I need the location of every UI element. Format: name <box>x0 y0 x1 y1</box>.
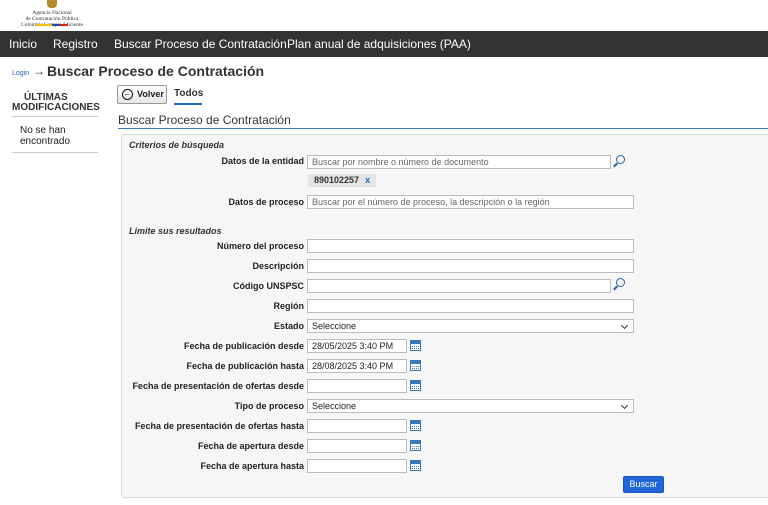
numero-label: Número del proceso <box>216 241 304 251</box>
criteria-title: Criterios de búsqueda <box>129 140 225 150</box>
agency-logo: Agencia Nacional de Contratación Pública… <box>6 0 98 30</box>
chevron-down-icon <box>620 321 629 330</box>
recent-changes-title-line2: MODIFICACIONES <box>12 102 100 113</box>
coat-of-arms-icon <box>47 0 57 8</box>
breadcrumb-login-link[interactable]: Login <box>12 70 29 77</box>
back-button-label: Volver <box>137 89 164 99</box>
pub-desde-input[interactable]: 28/05/2025 3:40 PM <box>307 339 407 353</box>
calendar-icon[interactable] <box>410 460 421 471</box>
pub-hasta-label: Fecha de publicación hasta <box>186 361 304 371</box>
flag-stripe <box>36 24 68 26</box>
chevron-down-icon <box>620 401 629 410</box>
region-label: Región <box>273 301 305 311</box>
apertura-hasta-label: Fecha de apertura hasta <box>200 461 304 471</box>
pub-desde-label: Fecha de publicación desde <box>183 341 304 351</box>
tipo-proceso-select[interactable]: Seleccione <box>307 399 634 413</box>
nav-item-registro[interactable]: Registro <box>53 37 98 51</box>
calendar-icon[interactable] <box>410 440 421 451</box>
page-title: Buscar Proceso de Contratación <box>47 63 265 79</box>
descripcion-input[interactable] <box>307 259 634 273</box>
entity-tag-label: 890102257 <box>314 175 360 185</box>
process-search-input[interactable]: Buscar por el número de proceso, la desc… <box>307 195 634 209</box>
nav-item-buscar-proceso[interactable]: Buscar Proceso de Contratación <box>114 37 287 51</box>
search-button[interactable]: Buscar <box>623 476 664 493</box>
pub-hasta-input[interactable]: 28/08/2025 3:40 PM <box>307 359 407 373</box>
active-tab-indicator <box>174 103 202 105</box>
tab-todos[interactable]: Todos <box>174 88 203 99</box>
region-input[interactable] <box>307 299 634 313</box>
remove-tag-icon[interactable]: x <box>365 175 370 185</box>
descripcion-label: Descripción <box>252 261 304 271</box>
calendar-icon[interactable] <box>410 340 421 351</box>
recent-changes-empty: No se han encontrado <box>20 125 90 147</box>
main-nav: Inicio Registro Buscar Proceso de Contra… <box>0 31 768 57</box>
arrow-left-circle-icon: ← <box>122 89 133 100</box>
empty-line2: encontrado <box>20 136 71 147</box>
apertura-desde-label: Fecha de apertura desde <box>197 441 304 451</box>
tipo-select-value: Seleccione <box>312 401 357 411</box>
calendar-icon[interactable] <box>410 380 421 391</box>
unspsc-search-icon[interactable] <box>612 278 626 292</box>
numero-proceso-input[interactable] <box>307 239 634 253</box>
unspsc-label: Código UNSPSC <box>233 281 304 291</box>
nav-item-paa[interactable]: Plan anual de adquisiciones (PAA) <box>287 37 471 51</box>
estado-label: Estado <box>273 321 304 331</box>
entity-search-input[interactable]: Buscar por nombre o número de documento <box>307 155 611 169</box>
unspsc-input[interactable] <box>307 279 611 293</box>
apertura-hasta-input[interactable] <box>307 459 407 473</box>
process-label: Datos de proceso <box>228 197 304 207</box>
calendar-icon[interactable] <box>410 360 421 371</box>
entity-label: Datos de la entidad <box>221 156 304 166</box>
ofertas-desde-label: Fecha de presentación de ofertas desde <box>132 381 304 391</box>
sidebar-divider-bottom <box>12 152 98 153</box>
nav-item-inicio[interactable]: Inicio <box>9 37 37 51</box>
apertura-desde-input[interactable] <box>307 439 407 453</box>
back-button[interactable]: ← Volver <box>117 85 167 104</box>
entity-tag: 890102257 x <box>308 174 377 187</box>
estado-select[interactable]: Seleccione <box>307 319 634 333</box>
ofertas-desde-input[interactable] <box>307 379 407 393</box>
entity-search-icon[interactable] <box>612 155 626 169</box>
empty-line1: No se han <box>20 125 66 136</box>
tipo-label: Tipo de proceso <box>234 401 304 411</box>
section-title: Buscar Proceso de Contratación <box>118 113 291 127</box>
sidebar-divider <box>12 116 98 117</box>
ofertas-hasta-input[interactable] <box>307 419 407 433</box>
limit-title: Limite sus resultados <box>129 226 222 236</box>
ofertas-hasta-label: Fecha de presentación de ofertas hasta <box>134 421 304 431</box>
section-divider <box>118 128 768 129</box>
breadcrumb-arrow-icon: → <box>33 64 45 78</box>
estado-select-value: Seleccione <box>312 321 357 331</box>
calendar-icon[interactable] <box>410 420 421 431</box>
